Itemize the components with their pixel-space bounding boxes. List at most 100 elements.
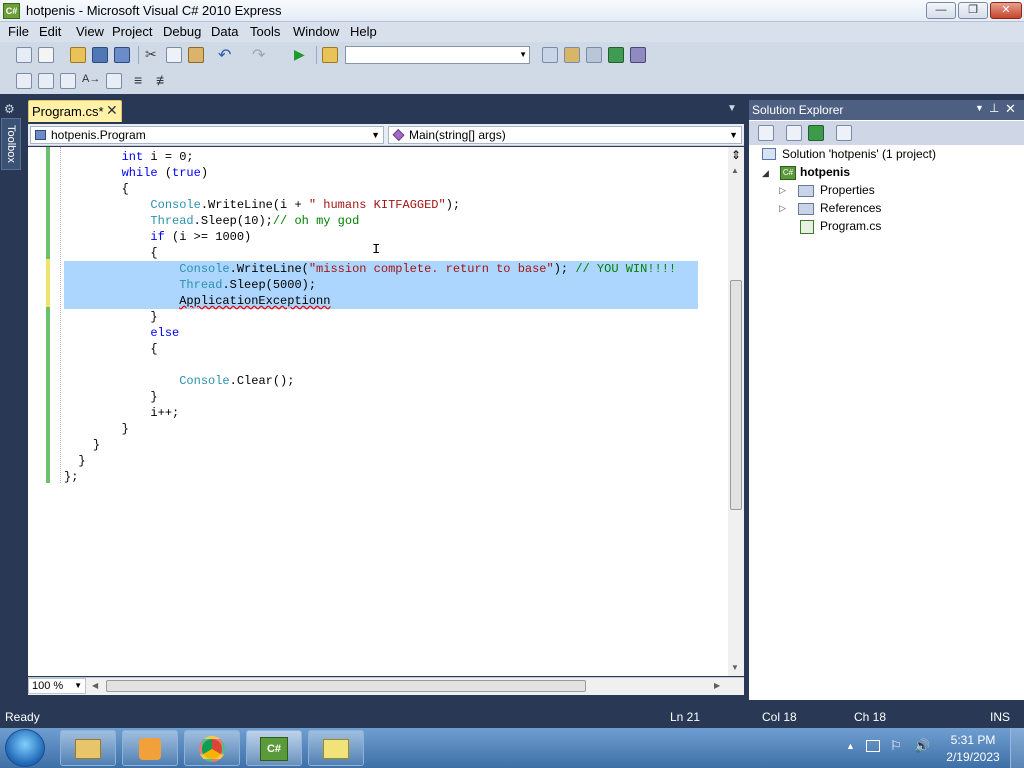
pin-icon[interactable]: ⊥	[989, 101, 999, 115]
window-position-icon[interactable]: ▼	[975, 103, 984, 113]
show-desktop-button[interactable]	[1010, 728, 1024, 768]
quick-info-icon[interactable]	[60, 73, 76, 89]
scroll-down-icon[interactable]: ▼	[731, 663, 739, 672]
vertical-scroll-thumb[interactable]	[730, 280, 742, 510]
uncomment-lines-icon[interactable]: ≢	[156, 72, 170, 88]
menu-window[interactable]: Window	[289, 24, 343, 39]
menu-file[interactable]: File	[4, 24, 33, 39]
code-line[interactable]: ApplicationExceptionn	[64, 293, 698, 309]
folder-taskbar-button[interactable]	[308, 730, 364, 766]
tree-program-cs[interactable]: Program.cs	[820, 219, 881, 233]
close-tab-icon[interactable]: ✕	[106, 102, 118, 119]
member-combo[interactable]: Main(string[] args) ▼	[388, 126, 742, 144]
visual-csharp-taskbar-button[interactable]: C#	[246, 730, 302, 766]
menu-edit[interactable]: Edit	[35, 24, 65, 39]
scroll-up-icon[interactable]: ▲	[731, 166, 739, 175]
save-all-icon[interactable]	[114, 47, 130, 63]
menu-tools[interactable]: Tools	[246, 24, 284, 39]
action-center-icon[interactable]	[866, 740, 880, 752]
zoom-combo[interactable]: 100 % ▼	[28, 678, 86, 694]
scroll-right-icon[interactable]: ▶	[714, 681, 720, 690]
tree-project[interactable]: hotpenis	[800, 165, 850, 179]
complete-word-icon[interactable]: A→	[82, 73, 100, 85]
find-in-files-icon[interactable]	[322, 47, 338, 63]
paste-icon[interactable]	[188, 47, 204, 63]
tree-properties[interactable]: Properties	[820, 183, 875, 197]
code-line[interactable]: {	[64, 181, 129, 197]
network-icon[interactable]: ⚐	[890, 738, 902, 754]
explorer-taskbar-button[interactable]	[60, 730, 116, 766]
chrome-taskbar-button[interactable]	[184, 730, 240, 766]
code-line[interactable]: }	[64, 309, 157, 325]
close-window-button[interactable]: ✕	[990, 2, 1022, 19]
maximize-button[interactable]: ❐	[958, 2, 988, 19]
code-line[interactable]: if (i >= 1000)	[64, 229, 251, 245]
open-file-icon[interactable]	[70, 47, 86, 63]
collapse-arrow-icon[interactable]: ▷	[779, 185, 786, 196]
code-line[interactable]: };	[64, 469, 78, 485]
extension-manager-icon[interactable]	[630, 47, 646, 63]
type-combo[interactable]: hotpenis.Program ▼	[30, 126, 384, 144]
code-line[interactable]: }	[64, 389, 157, 405]
start-button[interactable]	[5, 729, 45, 767]
find-combo[interactable]: ▼	[345, 46, 530, 64]
menu-help[interactable]: Help	[346, 24, 381, 39]
comment-lines-icon[interactable]: ≡	[134, 72, 142, 88]
tree-references[interactable]: References	[820, 201, 881, 215]
code-line[interactable]: {	[64, 245, 157, 261]
copy-icon[interactable]	[166, 47, 182, 63]
menu-project[interactable]: Project	[108, 24, 156, 39]
code-line[interactable]: Console.Clear();	[64, 373, 294, 389]
code-line[interactable]: }	[64, 437, 100, 453]
menu-debug[interactable]: Debug	[159, 24, 205, 39]
collapse-arrow-icon[interactable]: ▷	[779, 203, 786, 214]
refresh-icon[interactable]	[808, 125, 824, 141]
code-line[interactable]: Thread.Sleep(10);// oh my god	[64, 213, 359, 229]
media-player-taskbar-button[interactable]	[122, 730, 178, 766]
start-page-icon[interactable]	[608, 47, 624, 63]
code-line[interactable]: Console.WriteLine("mission complete. ret…	[64, 261, 698, 277]
toolbox-icon[interactable]	[586, 47, 602, 63]
parameter-info-icon[interactable]	[38, 73, 54, 89]
display-word-completion-icon[interactable]	[106, 73, 122, 89]
object-members-icon[interactable]	[16, 73, 32, 89]
toolbox-tab[interactable]: Toolbox	[1, 118, 21, 170]
menu-data[interactable]: Data	[207, 24, 242, 39]
show-all-files-icon[interactable]	[786, 125, 802, 141]
start-debugging-icon[interactable]: ▶	[294, 46, 305, 63]
horizontal-scroll-thumb[interactable]	[106, 680, 586, 692]
add-item-icon[interactable]	[38, 47, 54, 63]
code-line[interactable]: while (true)	[64, 165, 208, 181]
save-icon[interactable]	[92, 47, 108, 63]
close-panel-icon[interactable]: ✕	[1005, 101, 1016, 117]
properties-icon[interactable]	[758, 125, 774, 141]
redo-icon[interactable]: ↷	[252, 45, 265, 65]
new-project-icon[interactable]	[16, 47, 32, 63]
properties-window-icon[interactable]	[564, 47, 580, 63]
code-line[interactable]: {	[64, 341, 157, 357]
code-line[interactable]: Thread.Sleep(5000);	[64, 277, 698, 293]
tree-solution[interactable]: Solution 'hotpenis' (1 project)	[782, 147, 936, 161]
volume-icon[interactable]: 🔊	[914, 738, 930, 754]
solution-explorer-icon[interactable]	[542, 47, 558, 63]
clock-time[interactable]: 5:31 PM	[948, 733, 998, 747]
split-handle-icon[interactable]: ⇕	[729, 148, 743, 162]
minimize-button[interactable]: —	[926, 2, 956, 19]
code-line[interactable]: else	[64, 325, 179, 341]
code-line[interactable]: Console.WriteLine(i + " humans KITFAGGED…	[64, 197, 460, 213]
code-line[interactable]: i++;	[64, 405, 179, 421]
clock-date[interactable]: 2/19/2023	[944, 750, 1002, 764]
active-files-dropdown-icon[interactable]: ▼	[727, 103, 737, 114]
cut-icon[interactable]: ✂	[145, 46, 157, 63]
csharp-app-icon[interactable]: C#	[3, 3, 20, 19]
code-line[interactable]: int i = 0;	[64, 149, 194, 165]
code-line[interactable]: }	[64, 453, 85, 469]
code-line[interactable]: }	[64, 421, 129, 437]
scroll-left-icon[interactable]: ◀	[92, 681, 98, 690]
tab-program-cs[interactable]: Program.cs* ✕	[28, 100, 122, 122]
expand-arrow-icon[interactable]: ◢	[762, 168, 769, 179]
show-hidden-icons-icon[interactable]: ▲	[846, 741, 855, 751]
menu-view[interactable]: View	[72, 24, 108, 39]
view-code-icon[interactable]	[836, 125, 852, 141]
undo-icon[interactable]: ↶	[218, 45, 231, 65]
